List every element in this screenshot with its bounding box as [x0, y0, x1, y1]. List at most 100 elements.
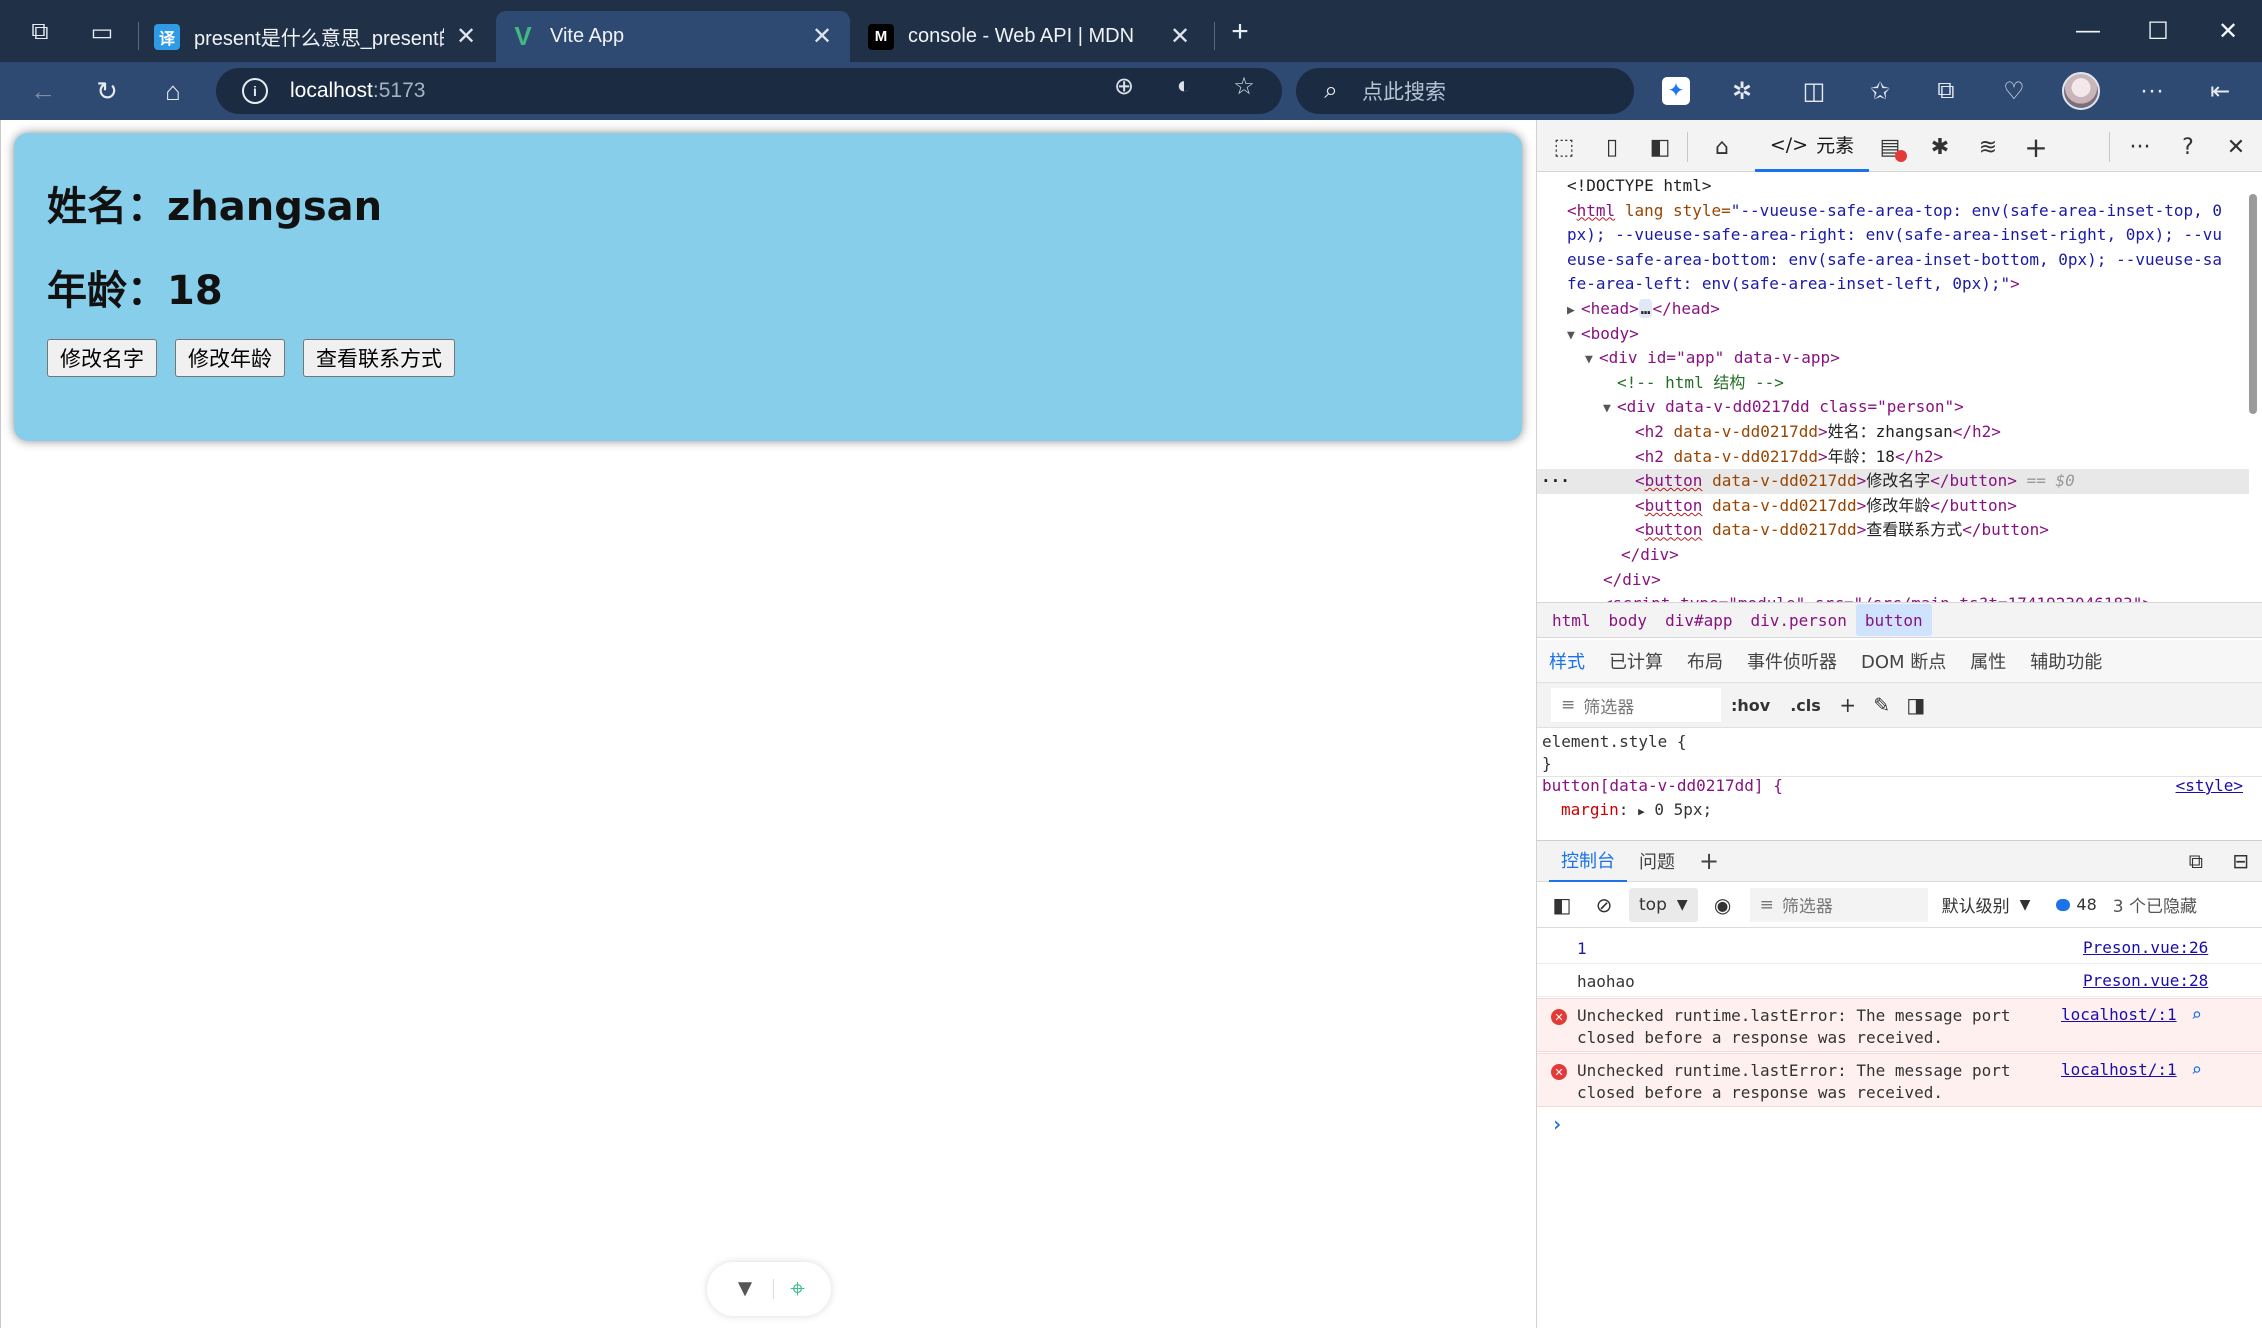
tab-accessibility[interactable]: 辅助功能	[2018, 640, 2114, 682]
zoom-icon[interactable]: ⊕	[1108, 70, 1140, 102]
console-tab-icon[interactable]: ▤	[1873, 130, 1907, 164]
clear-console-icon[interactable]: ⊘	[1587, 888, 1621, 922]
rule-selector[interactable]: button[data-v-dd0217dd] {	[1542, 774, 1783, 798]
console-source-link[interactable]: localhost/:1	[2061, 1060, 2177, 1079]
inspect-element-icon[interactable]: ⬚	[1547, 130, 1581, 164]
dock-side-icon[interactable]: ◧	[1643, 130, 1677, 164]
change-name-button[interactable]: 修改名字	[47, 339, 157, 377]
style-source-link[interactable]: <style>	[2176, 776, 2243, 795]
tree-line[interactable]: <!-- html 结构 -->	[1537, 371, 2249, 396]
tree-line[interactable]: <h2 data-v-dd0217dd>年龄：18</h2>	[1537, 445, 2249, 470]
search-issue-icon[interactable]: ⌕	[2191, 1005, 2202, 1026]
tab-dom-breakpoints[interactable]: DOM 断点	[1849, 640, 1958, 682]
tree-line[interactable]: ▼ <div data-v-dd0217dd class="person">	[1537, 395, 2249, 420]
vue-logo-icon[interactable]: ▼	[733, 1275, 757, 1303]
computed-sidebar-icon[interactable]: ◨	[1899, 688, 1933, 722]
close-window-icon[interactable]: ✕	[2194, 6, 2262, 56]
tree-line[interactable]: ▶ <head>… </head>	[1537, 297, 2249, 322]
tab-styles[interactable]: 样式	[1537, 640, 1597, 682]
sources-bug-icon[interactable]: ✱	[1923, 130, 1957, 164]
tree-line[interactable]: </div>	[1537, 543, 2249, 568]
crumb-div-app[interactable]: div#app	[1656, 604, 1741, 636]
tab-issues[interactable]: 问题	[1627, 840, 1687, 882]
collapse-drawer-icon[interactable]: ⊟	[2232, 849, 2249, 873]
console-source-link[interactable]: localhost/:1	[2061, 1005, 2177, 1024]
tree-line[interactable]: ▼ <body>	[1537, 322, 2249, 347]
tree-line[interactable]: <button data-v-dd0217dd>查看联系方式</button>	[1537, 518, 2249, 543]
console-source-link[interactable]: Preson.vue:26	[2083, 938, 2208, 957]
tree-line[interactable]: <button data-v-dd0217dd>修改年龄</button>	[1537, 494, 2249, 519]
collapse-arrow-icon[interactable]: ▼	[1585, 348, 1599, 373]
context-selector[interactable]: top ▼	[1629, 887, 1698, 922]
browser-essentials-icon[interactable]: ♡	[1994, 71, 2034, 111]
devtools-more-icon[interactable]: ···	[2123, 130, 2157, 164]
profile-avatar[interactable]	[2062, 72, 2100, 110]
collections-icon[interactable]: ⧉	[1926, 71, 1966, 111]
minimize-icon[interactable]: —	[2054, 6, 2122, 56]
crumb-div-person[interactable]: div.person	[1742, 604, 1856, 636]
close-tab-icon[interactable]: ✕	[1166, 23, 1194, 51]
close-tab-icon[interactable]: ✕	[808, 23, 836, 51]
console-message[interactable]: 1 Preson.vue:26	[1537, 932, 2262, 964]
help-icon[interactable]: ?	[2171, 130, 2205, 164]
undock-drawer-icon[interactable]: ⧉	[2189, 849, 2203, 873]
close-devtools-icon[interactable]: ✕	[2219, 130, 2253, 164]
element-style-open[interactable]: element.style {	[1542, 730, 1687, 754]
sidebar-toggle-icon[interactable]: ⇤	[2200, 71, 2240, 111]
tab-computed[interactable]: 已计算	[1597, 640, 1675, 682]
tree-line[interactable]: </div>	[1537, 568, 2249, 593]
tab-properties[interactable]: 属性	[1958, 640, 2018, 682]
tree-line[interactable]: euse-safe-area-bottom: env(safe-area-ins…	[1537, 248, 2249, 273]
message-count[interactable]: 48	[2056, 895, 2097, 914]
extension-bluesky-icon[interactable]: ✦	[1656, 71, 1696, 111]
new-tab-icon[interactable]: +	[1220, 12, 1260, 52]
add-drawer-tab-icon[interactable]: +	[1687, 840, 1731, 882]
tab-vite-app[interactable]: V Vite App ✕	[496, 11, 850, 62]
cls-toggle[interactable]: .cls	[1780, 688, 1831, 722]
new-style-rule-icon[interactable]: +	[1831, 688, 1865, 722]
maximize-icon[interactable]: ☐	[2124, 6, 2192, 56]
paint-brush-icon[interactable]: ✎	[1865, 688, 1899, 722]
edge-reading-icon[interactable]: ◐	[1168, 70, 1200, 102]
tab-mdn[interactable]: M console - Web API | MDN ✕	[854, 11, 1208, 62]
tree-line[interactable]: <h2 data-v-dd0217dd>姓名：zhangsan</h2>	[1537, 420, 2249, 445]
tab-elements[interactable]: </> 元素	[1755, 120, 1869, 172]
favorite-star-icon[interactable]: ☆	[1228, 70, 1260, 102]
change-age-button[interactable]: 修改年龄	[175, 339, 285, 377]
tab-translation[interactable]: 译 present是什么意思_present的翻译 ✕	[140, 11, 494, 62]
hov-toggle[interactable]: :hov	[1721, 688, 1780, 722]
network-icon[interactable]: ≋	[1971, 130, 2005, 164]
console-source-link[interactable]: Preson.vue:28	[2083, 971, 2208, 990]
expand-arrow-icon[interactable]: ▶	[1638, 805, 1645, 818]
view-contact-button[interactable]: 查看联系方式	[303, 339, 455, 377]
tree-line[interactable]: <!DOCTYPE html>	[1537, 174, 2249, 199]
device-toolbar-icon[interactable]: ▯	[1595, 130, 1629, 164]
refresh-icon[interactable]: ↻	[86, 70, 128, 112]
back-icon[interactable]: ←	[22, 70, 64, 112]
vue-devtools-pill[interactable]: ▼ ⌖	[707, 1262, 831, 1316]
console-error[interactable]: ✕ Unchecked runtime.lastError: The messa…	[1537, 998, 2262, 1052]
expand-arrow-icon[interactable]: ▶	[1567, 299, 1581, 324]
tab-layout[interactable]: 布局	[1675, 640, 1735, 682]
tab-event-listeners[interactable]: 事件侦听器	[1735, 640, 1849, 682]
console-message[interactable]: haohao Preson.vue:28	[1537, 965, 2262, 997]
console-filter-input[interactable]: ≡ 筛选器	[1749, 887, 1928, 922]
tab-console[interactable]: 控制台	[1549, 840, 1627, 882]
tree-line[interactable]: px); --vueuse-safe-area-right: env(safe-…	[1537, 223, 2249, 248]
more-menu-icon[interactable]: ···	[2132, 71, 2172, 111]
collapse-arrow-icon[interactable]: ▼	[1603, 397, 1617, 422]
more-tools-plus-icon[interactable]: +	[2019, 130, 2053, 164]
rule-declaration[interactable]: margin: ▶ 0 5px;	[1561, 798, 1712, 822]
scrollbar-thumb[interactable]	[2249, 194, 2257, 414]
styles-filter-input[interactable]: ≡ 筛选器	[1551, 688, 1721, 722]
close-tab-icon[interactable]: ✕	[452, 23, 480, 51]
workspaces-icon[interactable]: ⧉	[20, 12, 60, 52]
collapsed-dots-icon[interactable]: …	[1638, 299, 1653, 318]
search-box[interactable]: ⌕ 点此搜索	[1296, 68, 1634, 114]
home-icon[interactable]: ⌂	[152, 70, 194, 112]
crumb-button[interactable]: button	[1855, 604, 1932, 636]
site-info-icon[interactable]: i	[242, 78, 268, 104]
search-issue-icon[interactable]: ⌕	[2191, 1060, 2202, 1081]
welcome-home-icon[interactable]: ⌂	[1705, 130, 1739, 164]
console-prompt-icon[interactable]: ›	[1551, 1112, 1563, 1136]
